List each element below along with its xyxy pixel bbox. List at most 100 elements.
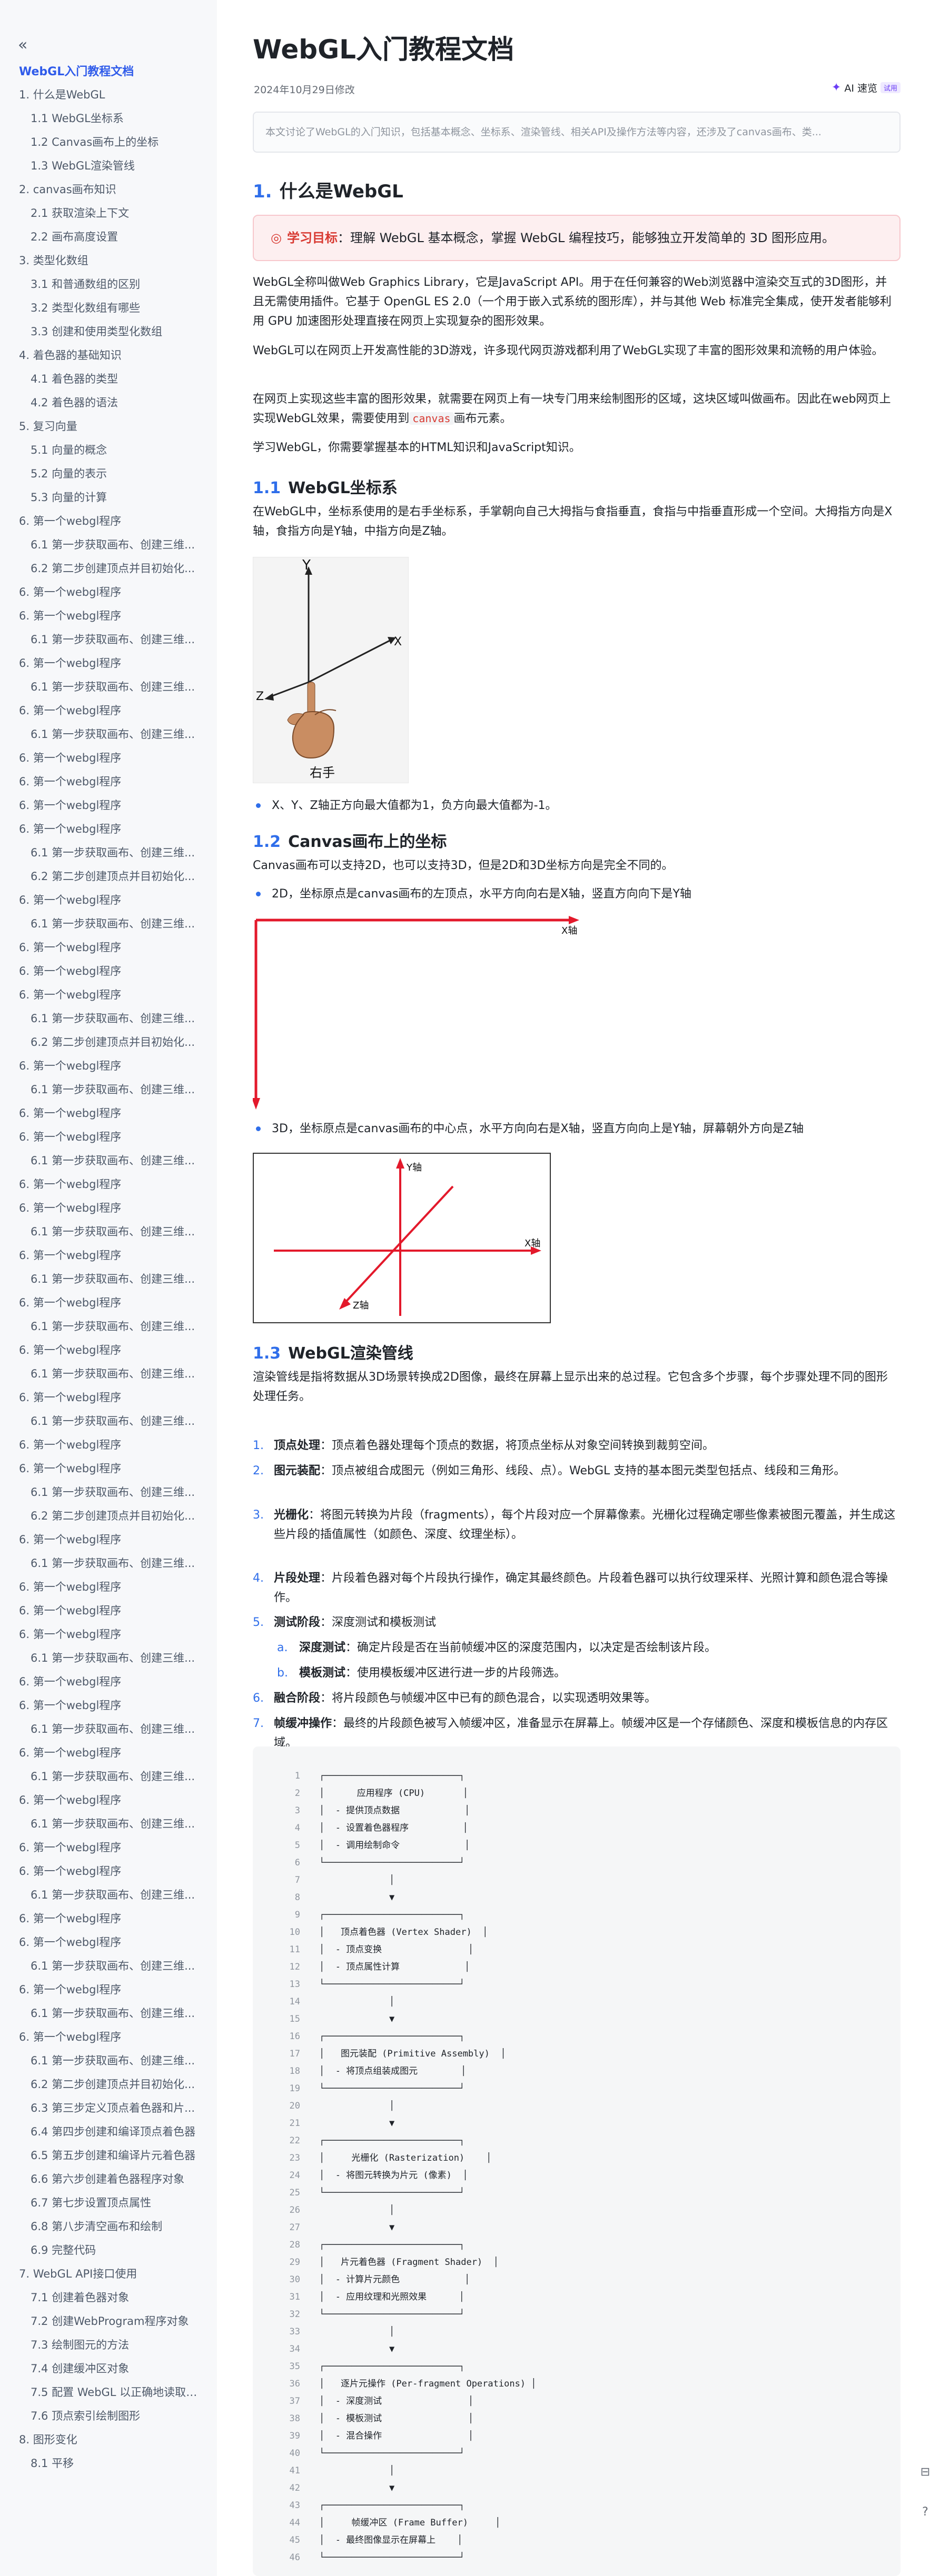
toc-item[interactable]: 7.4 创建缓冲区对象	[0, 2357, 217, 2381]
toc-item[interactable]: 6. 第一个webgl程序	[0, 1860, 217, 1883]
toc-item[interactable]: 6.1 第一步获取画布、创建三维...	[0, 723, 217, 746]
toc-item[interactable]: 6.1 第一步获取画布、创建三维...	[0, 841, 217, 865]
toc-item[interactable]: 6. 第一个webgl程序	[0, 1789, 217, 1812]
toc-item[interactable]: 6. 第一个webgl程序	[0, 1694, 217, 1718]
toc-item[interactable]: 6.1 第一步获取画布、创建三维...	[0, 533, 217, 557]
toc-item[interactable]: 6. 第一个webgl程序	[0, 1931, 217, 1954]
toc-item[interactable]: 6.1 第一步获取画布、创建三维...	[0, 1078, 217, 1102]
toc-item[interactable]: 7.1 创建着色器对象	[0, 2286, 217, 2310]
toc-item[interactable]: 2.2 画布高度设置	[0, 225, 217, 249]
outline-icon[interactable]: ⊟	[916, 2463, 934, 2481]
toc-item[interactable]: 8.1 平移	[0, 2452, 217, 2475]
toc-item[interactable]: 6. 第一个webgl程序	[0, 1054, 217, 1078]
toc-item[interactable]: 6. 第一个webgl程序	[0, 1386, 217, 1410]
toc-item[interactable]: 6. 第一个webgl程序	[0, 746, 217, 770]
toc-item[interactable]: 6. 第一个webgl程序	[0, 1978, 217, 2002]
toc-item[interactable]: 6. 第一个webgl程序	[0, 936, 217, 960]
toc-item[interactable]: 6. 第一个webgl程序	[0, 604, 217, 628]
toc-item[interactable]: 6.3 第三步定义顶点着色器和片...	[0, 2096, 217, 2120]
toc-item[interactable]: 6. 第一个webgl程序	[0, 1907, 217, 1931]
toc-item[interactable]: 6. 第一个webgl程序	[0, 2025, 217, 2049]
toc-item[interactable]: 5.1 向量的概念	[0, 438, 217, 462]
toc-item[interactable]: 6.1 第一步获取画布、创建三维...	[0, 628, 217, 652]
toc-doc-title[interactable]: WebGL入门教程文档	[19, 62, 134, 79]
toc-item[interactable]: 6.5 第五步创建和编译片元着色器	[0, 2144, 217, 2168]
toc-item[interactable]: 6. 第一个webgl程序	[0, 1457, 217, 1481]
toc-item[interactable]: 6. 第一个webgl程序	[0, 1623, 217, 1646]
toc-item[interactable]: 6.1 第一步获取画布、创建三维...	[0, 1552, 217, 1575]
toc-item[interactable]: 8. 图形变化	[0, 2428, 217, 2452]
toc-item[interactable]: 6.1 第一步获取画布、创建三维...	[0, 1007, 217, 1031]
toc-item[interactable]: 6.1 第一步获取画布、创建三维...	[0, 1883, 217, 1907]
toc-item[interactable]: 6. 第一个webgl程序	[0, 1670, 217, 1694]
toc-item[interactable]: 7. WebGL API接口使用	[0, 2262, 217, 2286]
toc-item[interactable]: 6. 第一个webgl程序	[0, 888, 217, 912]
toc-item[interactable]: 6. 第一个webgl程序	[0, 960, 217, 983]
toc-item[interactable]: 6.2 第二步创建顶点并目初始化...	[0, 865, 217, 888]
toc-item[interactable]: 6.1 第一步获取画布、创建三维...	[0, 1267, 217, 1291]
toc-item[interactable]: 7.3 绘制图元的方法	[0, 2333, 217, 2357]
toc-item[interactable]: 7.6 顶点索引绘制图形	[0, 2404, 217, 2428]
toc-item[interactable]: 6.9 完整代码	[0, 2239, 217, 2262]
toc-item[interactable]: 1.3 WebGL渲染管线	[0, 154, 217, 178]
toc-item[interactable]: 6. 第一个webgl程序	[0, 510, 217, 533]
toc-item[interactable]: 6.2 第二步创建顶点并目初始化...	[0, 1504, 217, 1528]
toc-item[interactable]: 5. 复习向量	[0, 415, 217, 438]
toc-item[interactable]: 6. 第一个webgl程序	[0, 1291, 217, 1315]
toc-item[interactable]: 6.1 第一步获取画布、创建三维...	[0, 1646, 217, 1670]
toc-item[interactable]: 6. 第一个webgl程序	[0, 794, 217, 817]
toc-item[interactable]: 2. canvas画布知识	[0, 178, 217, 202]
toc-item[interactable]: 1. 什么是WebGL	[0, 83, 217, 107]
toc-item[interactable]: 6.1 第一步获取画布、创建三维...	[0, 2002, 217, 2025]
toc-item[interactable]: 6.8 第八步清空画布和绘制	[0, 2215, 217, 2239]
toc-item[interactable]: 6.1 第一步获取画布、创建三维...	[0, 2049, 217, 2073]
chevrons-left-icon[interactable]: «	[18, 37, 34, 54]
toc-item[interactable]: 3.3 创建和使用类型化数组	[0, 320, 217, 344]
toc-item[interactable]: 3. 类型化数组	[0, 249, 217, 273]
toc-item[interactable]: 6.1 第一步获取画布、创建三维...	[0, 1718, 217, 1741]
toc-item[interactable]: 4.2 着色器的语法	[0, 391, 217, 415]
toc-item[interactable]: 6. 第一个webgl程序	[0, 1575, 217, 1599]
toc-item[interactable]: 6.6 第六步创建着色器程序对象	[0, 2168, 217, 2191]
toc-item[interactable]: 6. 第一个webgl程序	[0, 770, 217, 794]
toc-item[interactable]: 6.2 第二步创建顶点并目初始化...	[0, 557, 217, 581]
toc-item[interactable]: 6. 第一个webgl程序	[0, 1528, 217, 1552]
toc-item[interactable]: 2.1 获取渲染上下文	[0, 202, 217, 225]
toc-item[interactable]: 6. 第一个webgl程序	[0, 1102, 217, 1125]
toc-item[interactable]: 6. 第一个webgl程序	[0, 1173, 217, 1196]
toc-item[interactable]: 6.2 第二步创建顶点并目初始化...	[0, 1031, 217, 1054]
toc-item[interactable]: 4. 着色器的基础知识	[0, 344, 217, 367]
toc-item[interactable]: 6.1 第一步获取画布、创建三维...	[0, 1362, 217, 1386]
toc-item[interactable]: 3.1 和普通数组的区别	[0, 273, 217, 296]
toc-item[interactable]: 6. 第一个webgl程序	[0, 1196, 217, 1220]
toc-item[interactable]: 3.2 类型化数组有哪些	[0, 296, 217, 320]
toc-item[interactable]: 4.1 着色器的类型	[0, 367, 217, 391]
code-block[interactable]: 1 ┌─────────────────────────┐ 2 │ 应用程序 (CPU…	[253, 1746, 901, 2576]
ai-summary-box[interactable]: 本文讨论了WebGL的入门知识，包括基本概念、坐标系、渲染管线、相关API及操作…	[253, 112, 901, 153]
toc-item[interactable]: 6. 第一个webgl程序	[0, 983, 217, 1007]
help-icon[interactable]: ?	[916, 2503, 934, 2521]
toc-item[interactable]: 6.1 第一步获取画布、创建三维...	[0, 1765, 217, 1789]
toc-item[interactable]: 6.7 第七步设置顶点属性	[0, 2191, 217, 2215]
toc-item[interactable]: 6.1 第一步获取画布、创建三维...	[0, 675, 217, 699]
toc-item[interactable]: 5.3 向量的计算	[0, 486, 217, 510]
toc-item[interactable]: 1.2 Canvas画布上的坐标	[0, 131, 217, 154]
toc-item[interactable]: 7.2 创建WebProgram程序对象	[0, 2310, 217, 2333]
toc-item[interactable]: 6.4 第四步创建和编译顶点着色器	[0, 2120, 217, 2144]
toc-item[interactable]: 6.1 第一步获取画布、创建三维...	[0, 1954, 217, 1978]
toc-item[interactable]: 6.1 第一步获取画布、创建三维...	[0, 1220, 217, 1244]
toc-item[interactable]: 5.2 向量的表示	[0, 462, 217, 486]
ai-summary-button[interactable]: ✦ AI 速览 试用	[832, 79, 901, 96]
toc-item[interactable]: 7.5 配置 WebGL 以正确地读取和...	[0, 2381, 217, 2404]
toc-item[interactable]: 6. 第一个webgl程序	[0, 1433, 217, 1457]
toc-item[interactable]: 6. 第一个webgl程序	[0, 817, 217, 841]
toc-item[interactable]: 6.1 第一步获取画布、创建三维...	[0, 1410, 217, 1433]
toc-item[interactable]: 6. 第一个webgl程序	[0, 581, 217, 604]
toc-item[interactable]: 6.1 第一步获取画布、创建三维...	[0, 1149, 217, 1173]
toc-item[interactable]: 6. 第一个webgl程序	[0, 1599, 217, 1623]
toc-item[interactable]: 6. 第一个webgl程序	[0, 1741, 217, 1765]
toc-item[interactable]: 6. 第一个webgl程序	[0, 652, 217, 675]
toc-item[interactable]: 6.1 第一步获取画布、创建三维...	[0, 1812, 217, 1836]
toc-item[interactable]: 6. 第一个webgl程序	[0, 1244, 217, 1267]
toc-item[interactable]: 6. 第一个webgl程序	[0, 1339, 217, 1362]
